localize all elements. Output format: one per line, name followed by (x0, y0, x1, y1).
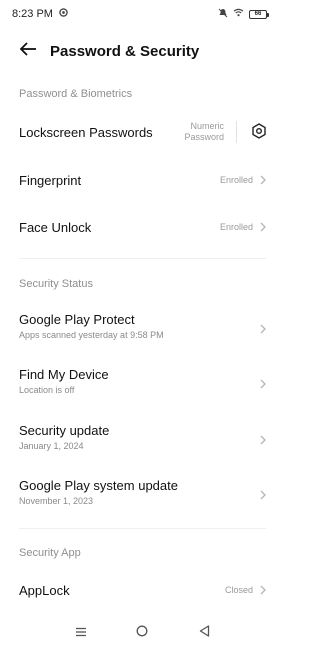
google-play-protect-row[interactable]: Google Play Protect Apps scanned yesterd… (0, 308, 285, 344)
status-bar: 8:23 PM 66 (0, 0, 285, 28)
triangle-back-icon (199, 624, 210, 642)
applock-right: Closed (225, 585, 267, 595)
battery-icon: 66 (249, 9, 269, 19)
security-update-row[interactable]: Security update January 1, 2024 (0, 419, 285, 455)
find-my-device-subtitle: Location is off (19, 385, 75, 395)
status-right: 66 (218, 8, 269, 21)
security-update-text: Security update January 1, 2024 (19, 423, 109, 451)
mute-icon (218, 8, 228, 21)
section-label-security-app: Security App (19, 547, 81, 559)
find-my-device-row[interactable]: Find My Device Location is off (0, 363, 285, 399)
nav-back-button[interactable] (194, 623, 214, 643)
status-left: 8:23 PM (12, 8, 68, 20)
face-unlock-value: Enrolled (219, 222, 253, 232)
lockscreen-passwords-row[interactable]: Lockscreen Passwords Numeric Password (0, 115, 285, 149)
chevron-right-icon (259, 321, 267, 334)
chevron-right-icon (259, 175, 267, 185)
chevron-right-icon (259, 585, 267, 595)
vertical-separator (236, 121, 237, 143)
fingerprint-right: Enrolled (220, 175, 267, 185)
section-label-biometrics: Password & Biometrics (19, 88, 133, 100)
chevron-right-icon (259, 432, 267, 445)
notification-icon (59, 8, 68, 20)
home-button[interactable] (132, 623, 152, 643)
lockscreen-value-line1: Numeric (190, 121, 224, 131)
google-play-protect-title: Google Play Protect (19, 312, 135, 327)
hexagon-icon[interactable] (251, 123, 267, 141)
security-update-title: Security update (19, 423, 110, 438)
section-label-security-status: Security Status (19, 278, 93, 290)
arrow-left-icon (19, 41, 37, 61)
wifi-icon (233, 8, 244, 20)
back-button[interactable] (16, 39, 40, 63)
applock-title: AppLock (19, 582, 70, 598)
find-my-device-text: Find My Device Location is off (19, 367, 109, 395)
google-play-system-update-subtitle: November 1, 2023 (19, 496, 94, 506)
recent-apps-button[interactable] (71, 623, 91, 643)
section-divider (19, 528, 266, 529)
home-circle-icon (136, 624, 148, 642)
security-update-subtitle: January 1, 2024 (19, 441, 84, 451)
google-play-protect-subtitle: Apps scanned yesterday at 9:58 PM (19, 330, 164, 340)
google-play-system-update-row[interactable]: Google Play system update November 1, 20… (0, 474, 285, 510)
page-title: Password & Security (50, 42, 200, 60)
lockscreen-passwords-value: Numeric Password (184, 121, 224, 143)
menu-icon (75, 624, 87, 642)
chevron-right-icon (259, 376, 267, 389)
section-divider (19, 258, 266, 259)
google-play-system-update-title: Google Play system update (19, 478, 178, 493)
header: Password & Security (0, 34, 285, 68)
find-my-device-title: Find My Device (19, 367, 109, 382)
google-play-system-update-text: Google Play system update November 1, 20… (19, 478, 178, 506)
chevron-right-icon (259, 222, 267, 232)
lockscreen-value-line2: Password (184, 132, 224, 142)
applock-row[interactable]: AppLock Closed (0, 575, 285, 605)
status-time: 8:23 PM (12, 8, 53, 20)
lockscreen-passwords-title: Lockscreen Passwords (19, 124, 153, 140)
fingerprint-row[interactable]: Fingerprint Enrolled (0, 165, 285, 195)
google-play-protect-text: Google Play Protect Apps scanned yesterd… (19, 312, 164, 340)
fingerprint-title: Fingerprint (19, 172, 82, 188)
lockscreen-passwords-right: Numeric Password (184, 121, 267, 143)
face-unlock-right: Enrolled (220, 222, 267, 232)
fingerprint-value: Enrolled (219, 175, 253, 185)
face-unlock-title: Face Unlock (19, 219, 92, 235)
chevron-right-icon (259, 487, 267, 500)
navigation-bar (0, 616, 285, 650)
face-unlock-row[interactable]: Face Unlock Enrolled (0, 212, 285, 242)
applock-value: Closed (224, 585, 253, 595)
